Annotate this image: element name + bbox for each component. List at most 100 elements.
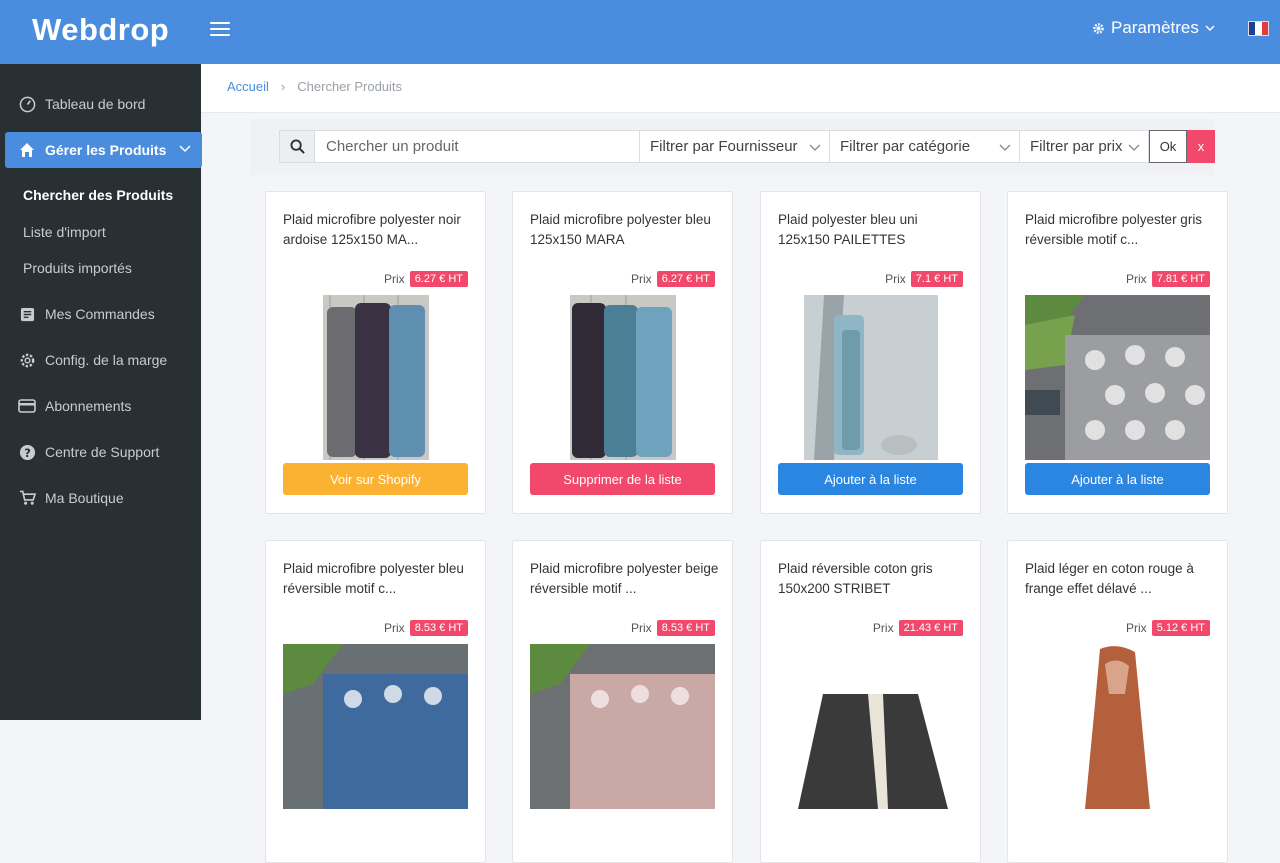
product-card: Plaid réversible coton gris 150x200 STRI… xyxy=(760,540,981,863)
price-badge: 6.27 € HT xyxy=(409,271,468,287)
breadcrumb: Accueil › Chercher Produits xyxy=(227,79,402,94)
chevron-down-icon xyxy=(1128,144,1140,151)
search-toolbar: Filtrer par Fournisseur Filtrer par caté… xyxy=(251,119,1215,175)
price-filter-select[interactable]: Filtrer par prix xyxy=(1020,130,1149,163)
breadcrumb-bar: Accueil › Chercher Produits xyxy=(201,64,1280,113)
product-title[interactable]: Plaid microfibre polyester bleu réversib… xyxy=(283,559,473,599)
search-input[interactable] xyxy=(315,130,640,163)
product-price: Prix 8.53 € HT xyxy=(384,620,468,636)
sidebar-item-label: Mes Commandes xyxy=(45,306,155,322)
sidebar-item-shop[interactable]: Ma Boutique xyxy=(0,480,201,516)
product-image[interactable] xyxy=(283,644,468,809)
product-title[interactable]: Plaid léger en coton rouge à frange effe… xyxy=(1025,559,1215,599)
category-filter-label: Filtrer par catégorie xyxy=(840,138,971,155)
search-group: Filtrer par Fournisseur Filtrer par caté… xyxy=(279,130,1215,163)
chevron-down-icon xyxy=(999,144,1011,151)
add-to-list-button[interactable]: Ajouter à la liste xyxy=(778,463,963,495)
product-card: Plaid microfibre polyester gris réversib… xyxy=(1007,191,1228,514)
product-image[interactable] xyxy=(1025,295,1210,460)
breadcrumb-home[interactable]: Accueil xyxy=(227,79,269,94)
logo[interactable]: Webdrop xyxy=(32,12,169,48)
product-image[interactable] xyxy=(570,295,676,460)
home-icon xyxy=(18,141,36,159)
product-price: Prix 8.53 € HT xyxy=(631,620,715,636)
sidebar-item-label: Gérer les Produits xyxy=(45,142,167,158)
help-icon: ? xyxy=(18,443,36,461)
sidebar: Tableau de bord Gérer les Produits Cherc… xyxy=(0,64,202,720)
remove-from-list-button[interactable]: Supprimer de la liste xyxy=(530,463,715,495)
search-icon xyxy=(289,139,305,154)
search-button[interactable] xyxy=(279,130,315,163)
price-filter-label: Filtrer par prix xyxy=(1030,138,1123,155)
subitem-import-list[interactable]: Liste d'import xyxy=(23,224,106,240)
product-title[interactable]: Plaid microfibre polyester gris réversib… xyxy=(1025,210,1215,250)
product-card: Plaid microfibre polyester bleu réversib… xyxy=(265,540,486,863)
gear-icon xyxy=(18,351,36,369)
product-card: Plaid microfibre polyester bleu 125x150 … xyxy=(512,191,733,514)
product-title[interactable]: Plaid réversible coton gris 150x200 STRI… xyxy=(778,559,968,599)
chevron-down-icon xyxy=(179,145,191,153)
dashboard-icon xyxy=(18,95,36,113)
product-title[interactable]: Plaid polyester bleu uni 125x150 PAILETT… xyxy=(778,210,968,250)
cart-icon xyxy=(18,489,36,507)
product-image[interactable] xyxy=(530,644,715,809)
orders-icon xyxy=(18,305,36,323)
sidebar-item-margin-config[interactable]: Config. de la marge xyxy=(0,342,201,378)
language-flag-icon[interactable] xyxy=(1248,21,1269,36)
product-image[interactable] xyxy=(323,295,429,460)
sidebar-item-subscriptions[interactable]: Abonnements xyxy=(0,388,201,424)
product-price: Prix 21.43 € HT xyxy=(873,620,963,636)
gear-icon xyxy=(1093,22,1104,34)
price-badge: 21.43 € HT xyxy=(898,620,963,636)
price-label: Prix xyxy=(1126,621,1147,635)
product-card: Plaid léger en coton rouge à frange effe… xyxy=(1007,540,1228,863)
price-label: Prix xyxy=(1126,272,1147,286)
product-image[interactable] xyxy=(778,644,963,809)
product-card: Plaid microfibre polyester noir ardoise … xyxy=(265,191,486,514)
subitem-search-products[interactable]: Chercher des Produits xyxy=(23,187,173,203)
price-badge: 8.53 € HT xyxy=(409,620,468,636)
sidebar-item-dashboard[interactable]: Tableau de bord xyxy=(0,86,201,122)
subitem-imported-products[interactable]: Produits importés xyxy=(23,260,132,276)
price-badge: 8.53 € HT xyxy=(656,620,715,636)
view-on-shopify-button[interactable]: Voir sur Shopify xyxy=(283,463,468,495)
product-card: Plaid polyester bleu uni 125x150 PAILETT… xyxy=(760,191,981,514)
chevron-down-icon xyxy=(809,144,821,151)
svg-text:?: ? xyxy=(24,445,31,459)
breadcrumb-separator-icon: › xyxy=(280,79,286,94)
product-price: Prix 7.1 € HT xyxy=(885,271,963,287)
product-price: Prix 5.12 € HT xyxy=(1126,620,1210,636)
settings-menu[interactable]: Paramètres xyxy=(1092,18,1215,38)
sidebar-item-label: Abonnements xyxy=(45,398,132,414)
menu-toggle-icon[interactable] xyxy=(210,18,230,38)
ok-button[interactable]: Ok xyxy=(1149,130,1187,163)
product-title[interactable]: Plaid microfibre polyester noir ardoise … xyxy=(283,210,473,250)
main-content: Accueil › Chercher Produits Filtrer par … xyxy=(201,64,1280,863)
sidebar-item-label: Centre de Support xyxy=(45,444,160,460)
sidebar-item-label: Tableau de bord xyxy=(45,96,146,112)
price-badge: 7.1 € HT xyxy=(910,271,963,287)
price-label: Prix xyxy=(384,621,405,635)
sidebar-item-label: Config. de la marge xyxy=(45,352,168,368)
product-price: Prix 6.27 € HT xyxy=(384,271,468,287)
product-title[interactable]: Plaid microfibre polyester bleu 125x150 … xyxy=(530,210,720,250)
product-title[interactable]: Plaid microfibre polyester beige réversi… xyxy=(530,559,720,599)
sidebar-item-orders[interactable]: Mes Commandes xyxy=(0,296,201,332)
flag-stripe xyxy=(1261,22,1268,35)
price-badge: 6.27 € HT xyxy=(656,271,715,287)
price-label: Prix xyxy=(631,272,652,286)
product-image[interactable] xyxy=(804,295,938,460)
top-bar: Webdrop Paramètres xyxy=(0,0,1280,64)
category-filter-select[interactable]: Filtrer par catégorie xyxy=(830,130,1020,163)
price-label: Prix xyxy=(872,621,894,635)
clear-filter-button[interactable]: x xyxy=(1187,130,1215,163)
product-price: Prix 6.27 € HT xyxy=(631,271,715,287)
add-to-list-button[interactable]: Ajouter à la liste xyxy=(1025,463,1210,495)
product-card: Plaid microfibre polyester beige réversi… xyxy=(512,540,733,863)
supplier-filter-select[interactable]: Filtrer par Fournisseur xyxy=(640,130,830,163)
product-image[interactable] xyxy=(1025,644,1210,809)
supplier-filter-label: Filtrer par Fournisseur xyxy=(650,138,798,155)
sidebar-item-products[interactable]: Gérer les Produits xyxy=(5,132,202,168)
settings-label: Paramètres xyxy=(1111,18,1199,37)
sidebar-item-support[interactable]: ? Centre de Support xyxy=(0,434,201,470)
